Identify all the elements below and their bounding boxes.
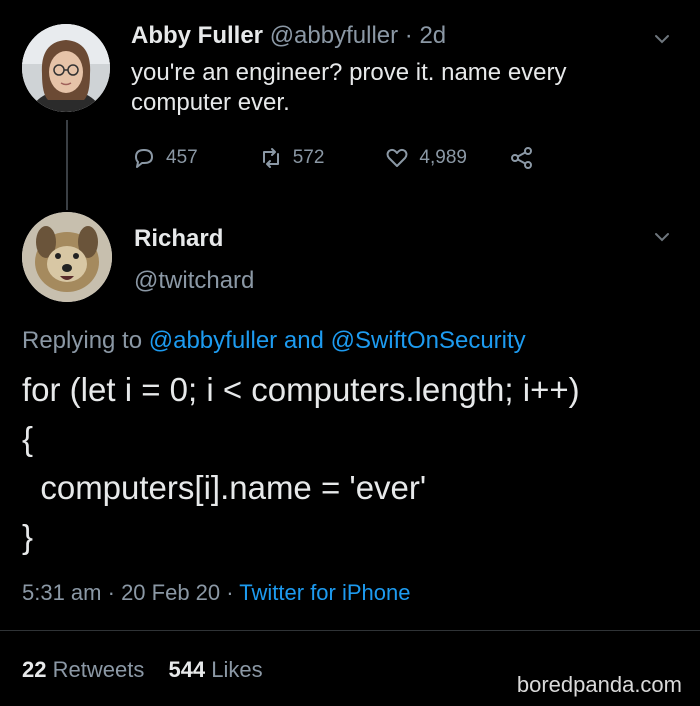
retweets-stat[interactable]: 22 Retweets — [22, 657, 144, 682]
replying-to-label: Replying to — [22, 327, 143, 354]
like-button[interactable]: 4,989 — [384, 145, 467, 171]
reply-count: 457 — [166, 147, 198, 168]
chevron-down-icon — [655, 233, 669, 242]
watermark: boredpanda.com — [516, 672, 682, 697]
share-button[interactable] — [509, 145, 535, 171]
code-line: for (let i = 0; i < computers.length; i+… — [22, 371, 580, 408]
tweet1-header: Abby Fuller @abbyfuller · 2d — [131, 22, 446, 50]
tweet2-time[interactable]: 5:31 am — [22, 580, 102, 605]
retweet-button[interactable]: 572 — [258, 145, 325, 171]
likes-stat-label: Likes — [211, 657, 263, 682]
tweet1-text: you're an engineer? prove it. name every… — [131, 58, 651, 118]
mention-link[interactable]: @SwiftOnSecurity — [331, 327, 526, 354]
tweet1-text-line: computer ever. — [131, 89, 290, 116]
tweet2-author-name[interactable]: Richard — [134, 225, 223, 253]
tweet2-menu-button[interactable] — [653, 228, 671, 251]
likes-stat[interactable]: 544 Likes — [168, 657, 262, 682]
tweet2-source-link[interactable]: Twitter for iPhone — [239, 580, 410, 605]
code-line: { — [22, 420, 34, 457]
tweet1-timestamp[interactable]: · 2d — [405, 22, 446, 49]
replying-to-line: Replying to @abbyfuller and @SwiftOnSecu… — [22, 327, 526, 355]
tweet1-author-handle[interactable]: @abbyfuller — [270, 22, 398, 49]
chevron-down-icon — [655, 35, 669, 44]
tweet2-date[interactable]: · 20 Feb 20 · — [108, 580, 234, 605]
retweet-count: 572 — [292, 147, 325, 168]
reply-icon — [135, 149, 153, 168]
code-line: } — [22, 518, 34, 555]
share-icon — [510, 147, 532, 169]
tweet1-menu-button[interactable] — [653, 30, 671, 53]
heart-icon — [386, 148, 408, 167]
likes-stat-count: 544 — [168, 657, 206, 682]
thread-connector-line — [66, 120, 68, 210]
retweets-stat-count: 22 — [22, 657, 47, 682]
retweet-icon — [262, 148, 279, 168]
tweet2-meta: 5:31 am · 20 Feb 20 · Twitter for iPhone — [22, 580, 410, 606]
reply-button[interactable]: 457 — [131, 145, 198, 171]
tweet1-author-name[interactable]: Abby Fuller — [131, 22, 263, 49]
like-count: 4,989 — [419, 147, 467, 168]
mention-link[interactable]: @abbyfuller — [149, 327, 277, 354]
tweet1-text-line: you're an engineer? prove it. name every — [131, 59, 567, 86]
mention-conjunction[interactable]: and — [284, 327, 324, 354]
tweet1-actions: 457 572 4,989 — [131, 143, 535, 173]
tweet2-text: for (let i = 0; i < computers.length; i+… — [22, 365, 692, 561]
retweets-stat-label: Retweets — [52, 657, 145, 682]
tweet2-stats: 22 Retweets 544 Likes — [22, 657, 263, 683]
divider — [0, 630, 700, 631]
abby-avatar[interactable] — [22, 24, 110, 112]
richard-avatar[interactable] — [22, 212, 112, 302]
tweet2-author-handle[interactable]: @twitchard — [134, 267, 254, 295]
code-line: computers[i].name = 'ever' — [22, 469, 427, 506]
